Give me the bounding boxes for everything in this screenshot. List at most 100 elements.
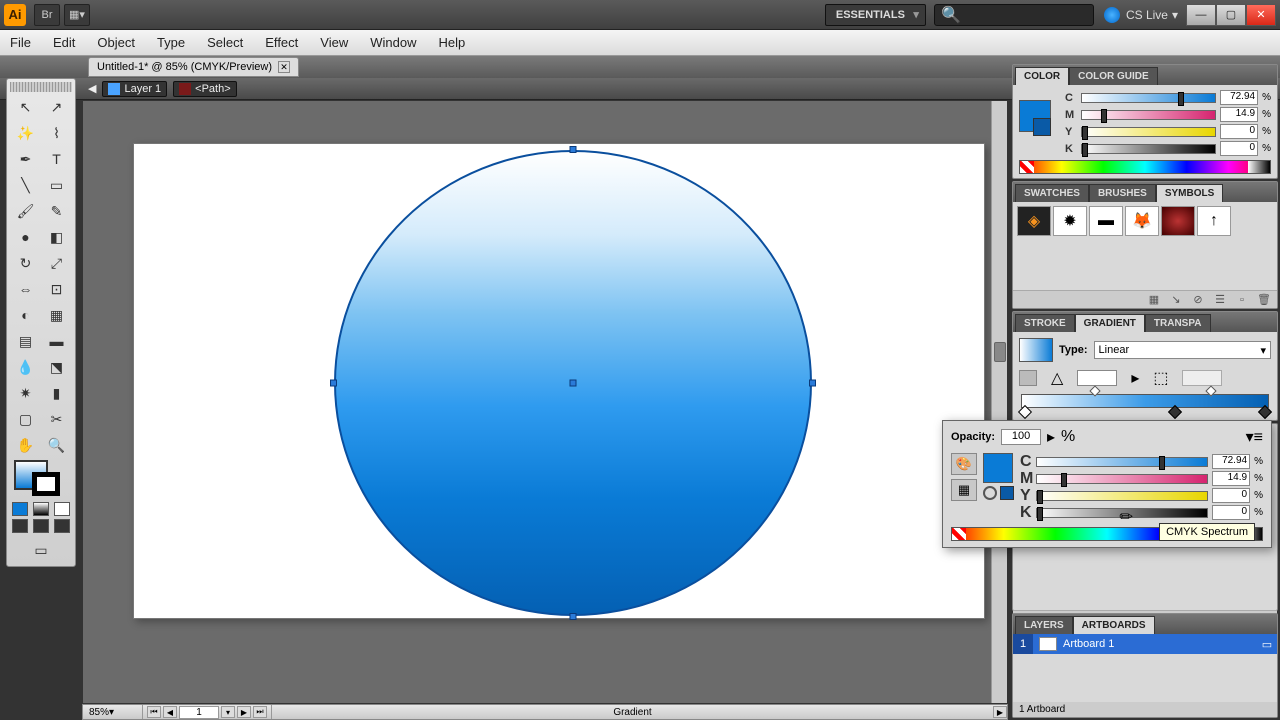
gradient-ramp[interactable] <box>1021 394 1269 408</box>
tab-transparency[interactable]: TRANSPA <box>1145 314 1211 332</box>
artboard-number[interactable]: 1 <box>179 706 219 719</box>
angle-value[interactable] <box>1077 370 1117 386</box>
popup-m-slider[interactable] <box>1036 474 1208 484</box>
reverse-gradient-icon[interactable] <box>1019 370 1037 386</box>
document-tab[interactable]: Untitled-1* @ 85% (CMYK/Preview) ✕ <box>88 57 299 77</box>
place-symbol-icon[interactable]: ↘ <box>1169 293 1183 307</box>
anchor-right[interactable] <box>809 380 816 387</box>
color-spectrum[interactable] <box>1019 160 1271 174</box>
artboard-row[interactable]: 1 Artboard 1 ▭ <box>1013 634 1277 654</box>
direct-selection-tool[interactable]: ↗ <box>41 94 72 120</box>
gradient-tool[interactable]: ▬ <box>41 328 72 354</box>
eyedropper-tool[interactable]: 💧 <box>10 354 41 380</box>
opacity-value[interactable]: 100 <box>1001 429 1041 445</box>
nav-last-icon[interactable]: ⏭ <box>253 706 267 718</box>
c-slider[interactable] <box>1081 93 1216 103</box>
zoom-dropdown[interactable]: 85% ▾ <box>83 705 143 719</box>
eraser-tool[interactable]: ◧ <box>41 224 72 250</box>
tab-brushes[interactable]: BRUSHES <box>1089 184 1156 202</box>
gradient-stop-end[interactable] <box>1258 405 1272 419</box>
symbol-splat[interactable]: ✹ <box>1053 206 1087 236</box>
menu-window[interactable]: Window <box>370 35 416 50</box>
menu-effect[interactable]: Effect <box>265 35 298 50</box>
color-mode-icon[interactable] <box>12 502 28 516</box>
popup-y-slider[interactable] <box>1036 491 1208 501</box>
fill-stroke-swatch[interactable] <box>10 458 72 500</box>
paintbrush-tool[interactable]: 🖌 <box>10 198 41 224</box>
gradient-stop-mid[interactable] <box>1168 405 1182 419</box>
hand-tool[interactable]: ✋ <box>10 432 41 458</box>
tab-symbols[interactable]: SYMBOLS <box>1156 184 1223 202</box>
menu-view[interactable]: View <box>320 35 348 50</box>
new-symbol-icon[interactable]: ▫ <box>1235 293 1249 307</box>
zoom-tool[interactable]: 🔍 <box>41 432 72 458</box>
symbol-arrow[interactable]: ↑ <box>1197 206 1231 236</box>
menu-help[interactable]: Help <box>438 35 465 50</box>
arrange-docs-button[interactable]: ▦▾ <box>64 4 90 26</box>
delete-symbol-icon[interactable]: 🗑 <box>1257 293 1271 307</box>
menu-object[interactable]: Object <box>97 35 135 50</box>
symbol-library-icon[interactable]: ▦ <box>1147 293 1161 307</box>
gradient-swatch[interactable] <box>1019 338 1053 362</box>
m-slider[interactable] <box>1081 110 1216 120</box>
gradient-mode-icon[interactable] <box>33 502 49 516</box>
symbol-sphere[interactable] <box>1161 206 1195 236</box>
tab-gradient[interactable]: GRADIENT <box>1075 314 1145 332</box>
popup-menu-icon[interactable]: ▾≡ <box>1246 427 1263 447</box>
artboard-tool[interactable]: ▢ <box>10 406 41 432</box>
anchor-left[interactable] <box>330 380 337 387</box>
symbol-fox[interactable]: 🦊 <box>1125 206 1159 236</box>
slice-tool[interactable]: ✂ <box>41 406 72 432</box>
gradient-type-dropdown[interactable]: Linear▾ <box>1094 341 1271 359</box>
lasso-tool[interactable]: ⌇ <box>41 120 72 146</box>
symbol-tape[interactable]: ▬ <box>1089 206 1123 236</box>
y-slider[interactable] <box>1081 127 1216 137</box>
rectangle-tool[interactable]: ▭ <box>41 172 72 198</box>
stroke-swatch[interactable] <box>32 472 60 496</box>
graph-tool[interactable]: ▮ <box>41 380 72 406</box>
close-button[interactable]: ✕ <box>1246 4 1276 26</box>
symbol-options-icon[interactable]: ☰ <box>1213 293 1227 307</box>
maximize-button[interactable]: ▢ <box>1216 4 1246 26</box>
pencil-tool[interactable]: ✎ <box>41 198 72 224</box>
search-field[interactable]: 🔍 <box>934 4 1094 26</box>
popup-y-value[interactable]: 0 <box>1212 488 1250 503</box>
shape-builder-tool[interactable]: ◐ <box>10 302 41 328</box>
popup-m-value[interactable]: 14.9 <box>1212 471 1250 486</box>
anchor-bottom[interactable] <box>570 613 577 620</box>
break-link-icon[interactable]: ⊘ <box>1191 293 1205 307</box>
m-value[interactable]: 14.9 <box>1220 107 1258 122</box>
k-value[interactable]: 0 <box>1220 141 1258 156</box>
color-wheel-icon[interactable]: 🎨 <box>951 453 977 475</box>
opacity-stepper-icon[interactable]: ▸ <box>1047 427 1055 447</box>
popup-c-slider[interactable] <box>1036 457 1208 467</box>
tab-color-guide[interactable]: COLOR GUIDE <box>1069 67 1158 85</box>
mesh-tool[interactable]: ▤ <box>10 328 41 354</box>
gradient-stop-start[interactable] <box>1018 405 1032 419</box>
c-value[interactable]: 72.94 <box>1220 90 1258 105</box>
artboard-orient-icon[interactable]: ▭ <box>1257 638 1277 651</box>
minimize-button[interactable]: — <box>1186 4 1216 26</box>
type-tool[interactable]: T <box>41 146 72 172</box>
symbol-cube[interactable]: ◈ <box>1017 206 1051 236</box>
screen-mode-tool[interactable]: ▭ <box>25 537 57 563</box>
nav-first-icon[interactable]: ⏮ <box>147 706 161 718</box>
menu-edit[interactable]: Edit <box>53 35 75 50</box>
center-point[interactable] <box>570 380 577 387</box>
color-stroke-swatch[interactable] <box>1033 118 1051 136</box>
none-mode-icon[interactable] <box>54 502 70 516</box>
draw-inside-icon[interactable] <box>54 519 70 533</box>
k-slider[interactable] <box>1081 144 1216 154</box>
perspective-tool[interactable]: ▦ <box>41 302 72 328</box>
magic-wand-tool[interactable]: ✨ <box>10 120 41 146</box>
vertical-scrollbar[interactable] <box>991 101 1007 703</box>
toolbox-grip[interactable] <box>10 82 72 92</box>
swatches-grid-icon[interactable]: ▦ <box>951 479 977 501</box>
blob-brush-tool[interactable]: ● <box>10 224 41 250</box>
menu-type[interactable]: Type <box>157 35 185 50</box>
symbol-sprayer-tool[interactable]: ✷ <box>10 380 41 406</box>
line-tool[interactable]: ╲ <box>10 172 41 198</box>
nav-next-icon[interactable]: ▶ <box>237 706 251 718</box>
pen-tool[interactable]: ✒ <box>10 146 41 172</box>
popup-c-value[interactable]: 72.94 <box>1212 454 1250 469</box>
